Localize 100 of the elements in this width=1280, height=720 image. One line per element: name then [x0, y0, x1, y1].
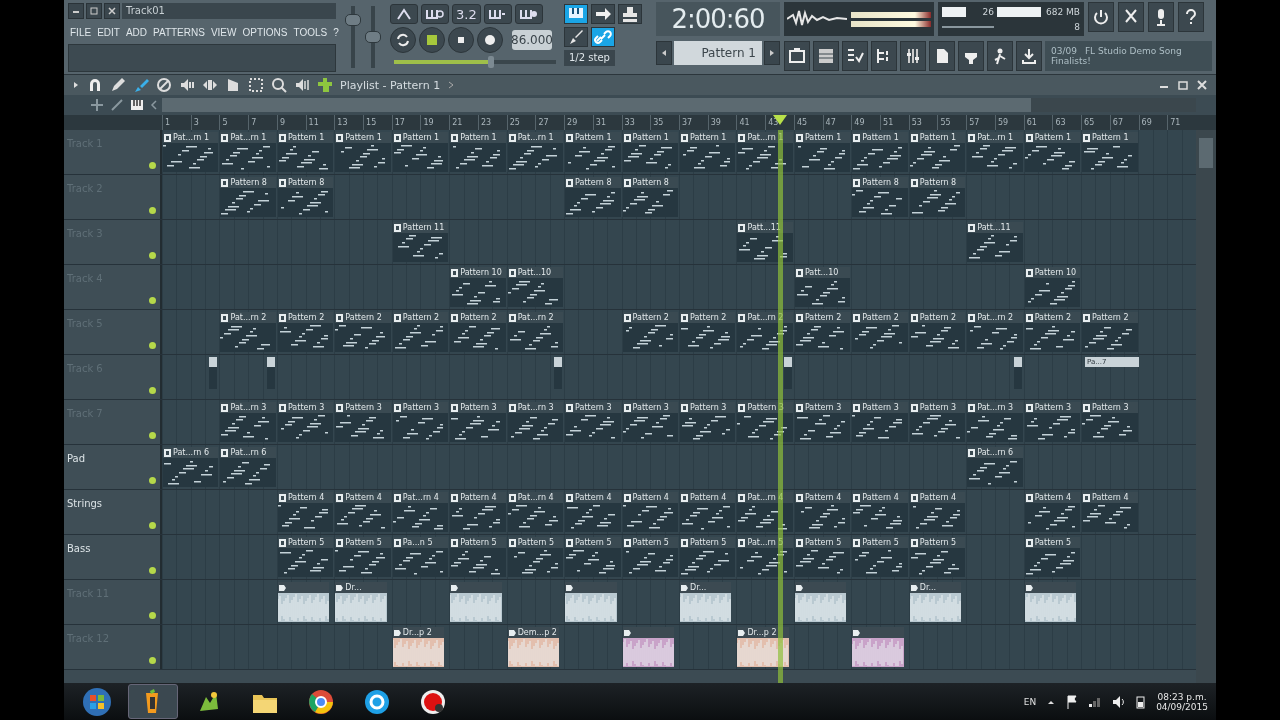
pattern-clip[interactable]: Pat...rn 2 — [967, 312, 1023, 352]
menu-item[interactable]: VIEW — [210, 26, 237, 38]
pattern-clip[interactable]: Pattern 1 — [335, 132, 391, 172]
pattern-clip[interactable]: Pattern 2 — [277, 312, 334, 352]
pattern-clip[interactable]: Pattern 3 — [794, 402, 851, 442]
pattern-clip[interactable]: Pattern 2 — [1024, 312, 1081, 352]
pattern-clip[interactable]: Pattern 5 — [335, 537, 391, 577]
pattern-clip[interactable]: Pat...rn 1 — [967, 132, 1023, 172]
audio-clip[interactable]: Dr... — [909, 582, 962, 622]
menu-item[interactable]: OPTIONS — [242, 26, 288, 38]
audio-clip[interactable]: Dr... — [680, 582, 732, 622]
pattern-clip[interactable]: Pattern 4 — [277, 492, 334, 532]
pattern-clip[interactable]: Pattern 3 — [1024, 402, 1081, 442]
audio-clip[interactable]: Dr...p 2 — [737, 627, 789, 667]
pattern-clip[interactable]: Pattern 2 — [852, 312, 908, 352]
pattern-clip[interactable]: Pattern 1 — [565, 132, 621, 172]
pattern-clip[interactable]: Pattern 1 — [909, 132, 966, 172]
pattern-clip[interactable]: Pattern 4 — [1024, 492, 1081, 532]
pattern-clip[interactable]: Pattern 2 — [680, 312, 736, 352]
pattern-clip[interactable]: Pattern 8 — [277, 177, 334, 217]
pattern-clip[interactable]: Pattern 5 — [909, 537, 966, 577]
pattern-clip[interactable]: Pattern 8 — [220, 177, 276, 217]
pattern-clip[interactable]: Pattern 2 — [794, 312, 851, 352]
pattern-clip[interactable]: Pattern 3 — [1082, 402, 1138, 442]
pattern-clip[interactable]: Pattern 5 — [507, 537, 564, 577]
pattern-clip[interactable]: Pat...rn 4 — [392, 492, 449, 532]
pattern-clip[interactable]: Pat...rn 6 — [967, 447, 1023, 487]
pattern-clip[interactable]: Patt...10 — [794, 267, 851, 307]
pattern-clip[interactable]: Pattern 3 — [680, 402, 736, 442]
pattern-clip[interactable]: Pattern 3 — [622, 402, 678, 442]
audio-clip[interactable]: Dr...p 2 — [392, 627, 445, 667]
pattern-clip[interactable]: Pattern 3 — [335, 402, 391, 442]
pattern-clip[interactable]: Pat...rn 4 — [507, 492, 564, 532]
snap-selector[interactable]: 1/2 step — [564, 50, 615, 66]
pattern-clip[interactable]: Pattern 1 — [277, 132, 334, 172]
clock-time[interactable]: 08:23 p.m. — [1157, 691, 1207, 702]
pattern-clip[interactable]: Pattern 11 — [392, 222, 449, 262]
pattern-clip[interactable]: Pattern 5 — [794, 537, 851, 577]
pattern-selector[interactable]: Pattern 1 — [674, 41, 762, 65]
pattern-clip[interactable]: Patt...11 — [967, 222, 1023, 262]
tempo-field[interactable]: 86.000 — [512, 30, 552, 50]
pattern-clip[interactable]: Pattern 10 — [450, 267, 506, 307]
pattern-clip[interactable]: Pa...n 5 — [392, 537, 449, 577]
pattern-clip[interactable]: Pattern 3 — [909, 402, 966, 442]
pattern-clip[interactable]: Pattern 2 — [450, 312, 506, 352]
pattern-clip[interactable]: Pattern 1 — [680, 132, 736, 172]
pattern-clip[interactable]: Pattern 4 — [622, 492, 678, 532]
pattern-clip[interactable]: Pattern 3 — [565, 402, 621, 442]
menu-item[interactable]: TOOLS — [293, 26, 328, 38]
pattern-clip[interactable]: Pattern 5 — [680, 537, 736, 577]
pattern-clip[interactable]: Pattern 4 — [335, 492, 391, 532]
pattern-clip[interactable]: Pattern 1 — [1024, 132, 1081, 172]
pattern-clip[interactable]: Pat...rn 2 — [220, 312, 276, 352]
pattern-clip[interactable]: Pattern 2 — [909, 312, 966, 352]
menu-item[interactable]: EDIT — [97, 26, 120, 38]
pattern-clip[interactable]: Pat...rn 3 — [507, 402, 564, 442]
pattern-clip[interactable]: Pattern 1 — [794, 132, 851, 172]
audio-clip[interactable]: Dem...p 2 — [507, 627, 560, 667]
track-header[interactable]: Bass — [64, 535, 162, 579]
pattern-clip[interactable]: Pat...rn 6 — [163, 447, 219, 487]
pattern-clip[interactable]: Pattern 2 — [622, 312, 678, 352]
clock-date[interactable]: 04/09/2015 — [1156, 701, 1208, 712]
language-indicator[interactable]: EN — [1023, 696, 1037, 707]
track-header[interactable]: Pad — [64, 445, 162, 489]
pattern-clip[interactable]: Pattern 4 — [852, 492, 908, 532]
pattern-clip[interactable]: Pattern 3 — [852, 402, 908, 442]
pattern-clip[interactable]: Pattern 1 — [622, 132, 678, 172]
pattern-clip[interactable]: Pattern 1 — [450, 132, 506, 172]
pattern-clip[interactable]: Pattern 1 — [392, 132, 449, 172]
pattern-clip[interactable]: Pattern 8 — [622, 177, 678, 217]
menu-item[interactable]: ADD — [125, 26, 148, 38]
menu-item[interactable]: PATTERNS — [153, 26, 205, 38]
pattern-clip[interactable]: Pat...rn 1 — [163, 132, 219, 172]
menu-item[interactable]: ? — [333, 26, 339, 38]
pattern-clip[interactable]: Pattern 3 — [450, 402, 506, 442]
pattern-clip[interactable]: Patt...10 — [507, 267, 564, 307]
audio-clip[interactable]: Dr... — [335, 582, 387, 622]
pattern-clip[interactable]: Pattern 1 — [1082, 132, 1138, 172]
pattern-clip[interactable]: Pattern 4 — [450, 492, 506, 532]
pattern-clip[interactable]: Pattern 8 — [852, 177, 908, 217]
pattern-clip[interactable]: Pattern 2 — [392, 312, 449, 352]
pattern-clip[interactable]: Pat...rn 3 — [220, 402, 276, 442]
pattern-clip[interactable]: Pattern 10 — [1024, 267, 1081, 307]
pattern-clip[interactable]: Pattern 5 — [1024, 537, 1081, 577]
track-header[interactable]: Strings — [64, 490, 162, 534]
pattern-clip[interactable]: Pat...rn 1 — [507, 132, 564, 172]
pattern-clip[interactable]: Pattern 2 — [335, 312, 391, 352]
pattern-clip[interactable]: Pattern 3 — [277, 402, 334, 442]
pattern-clip[interactable]: Pattern 4 — [1082, 492, 1138, 532]
pattern-clip[interactable]: Pattern 1 — [852, 132, 908, 172]
pattern-clip[interactable]: Pattern 4 — [794, 492, 851, 532]
pattern-clip[interactable]: Pattern 4 — [909, 492, 966, 532]
pattern-clip[interactable]: Patt...11 — [737, 222, 793, 262]
pattern-clip[interactable]: Pat...rn 1 — [220, 132, 276, 172]
pattern-clip[interactable]: Pat...rn 6 — [220, 447, 276, 487]
pattern-clip[interactable]: Pattern 5 — [622, 537, 678, 577]
pattern-clip[interactable]: Pattern 3 — [392, 402, 449, 442]
pattern-clip[interactable]: Pat...rn 3 — [967, 402, 1023, 442]
menu-item[interactable]: FILE — [70, 26, 92, 38]
counter-button[interactable]: 3.2 — [452, 4, 481, 24]
